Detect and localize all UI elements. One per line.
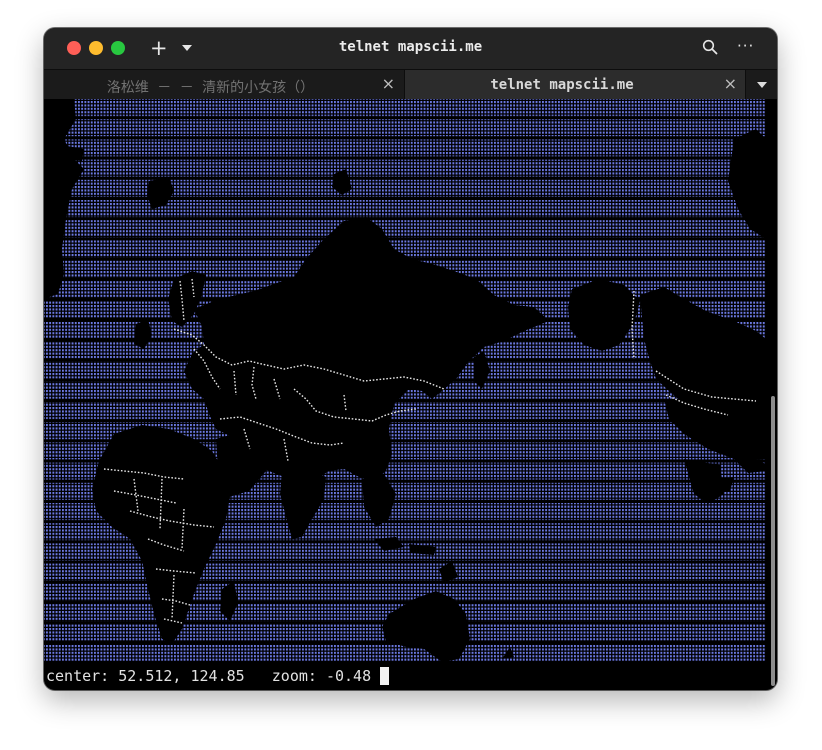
terminal-window: + telnet mapscii.me ··· 洛松维 － － 清新的小女孩（）… xyxy=(44,28,777,690)
tab-close-icon[interactable]: × xyxy=(382,74,395,93)
terminal-area[interactable]: center: 52.512, 124.85 zoom: -0.48 xyxy=(44,99,777,690)
center-value: 52.512, 124.85 xyxy=(118,667,245,685)
scrollbar[interactable] xyxy=(771,396,775,686)
zoom-label: zoom: xyxy=(271,667,317,685)
tab-label: 洛松维 － － 清新的小女孩（） xyxy=(106,80,315,96)
tab-bar: 洛松维 － － 清新的小女孩（） × telnet mapscii.me × xyxy=(44,69,777,100)
ascii-world-map[interactable] xyxy=(44,99,766,662)
title-bar: + telnet mapscii.me ··· xyxy=(44,28,777,69)
tab-close-icon[interactable]: × xyxy=(724,74,737,93)
tab-active[interactable]: telnet mapscii.me × xyxy=(404,70,745,99)
tab-label: telnet mapscii.me xyxy=(490,77,634,93)
tab-inactive[interactable]: 洛松维 － － 清新的小女孩（） × xyxy=(44,70,403,99)
window-title: telnet mapscii.me xyxy=(338,39,483,55)
more-options-icon[interactable]: ··· xyxy=(737,37,754,55)
land-caribbean xyxy=(708,477,734,493)
center-label: center: xyxy=(46,667,110,685)
zoom-value: -0.48 xyxy=(325,667,372,685)
search-icon[interactable] xyxy=(702,39,718,55)
map-status-line: center: 52.512, 124.85 zoom: -0.48 xyxy=(46,667,390,685)
chevron-down-icon xyxy=(757,82,767,88)
tab-overflow-menu[interactable] xyxy=(745,70,777,99)
terminal-cursor xyxy=(380,667,390,685)
